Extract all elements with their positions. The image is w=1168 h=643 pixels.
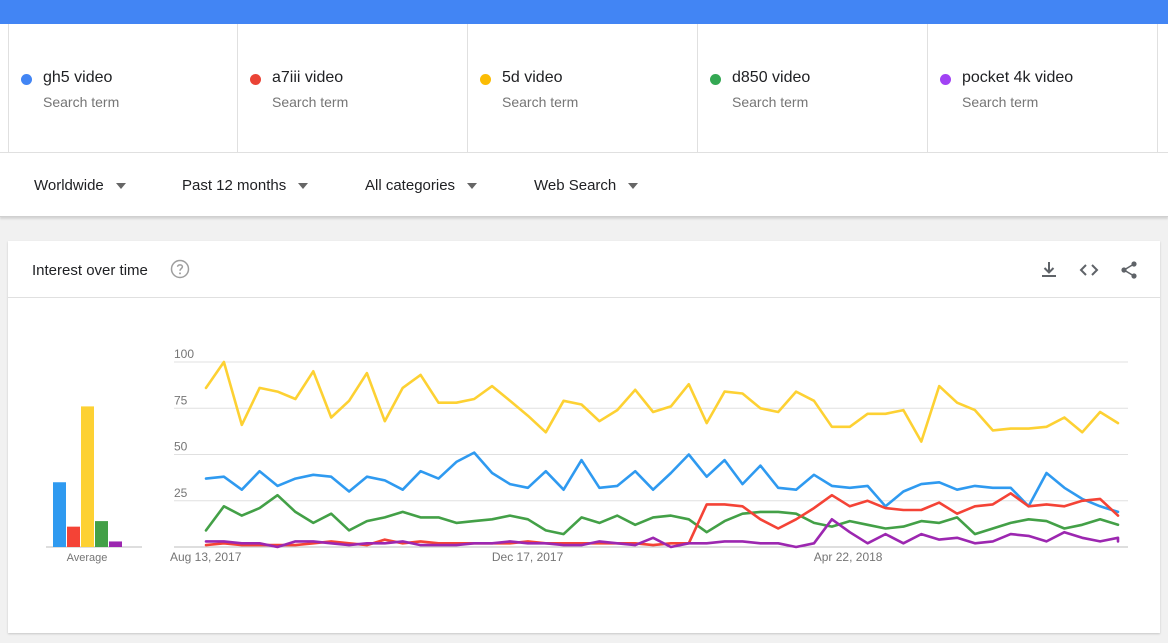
time-filter-label: Past 12 months xyxy=(182,177,287,194)
search-term-card[interactable]: 5d video Search term xyxy=(468,24,698,153)
y-tick-label: 50 xyxy=(174,440,188,454)
term-name: a7iii video xyxy=(272,69,344,86)
term-type: Search term xyxy=(272,94,349,110)
term-color-dot xyxy=(480,74,491,85)
term-name: pocket 4k video xyxy=(962,69,1074,86)
series-line xyxy=(204,451,1120,514)
term-type: Search term xyxy=(502,94,579,110)
term-color-dot xyxy=(21,74,32,85)
search-term-card[interactable]: gh5 video Search term xyxy=(8,24,238,153)
top-bar xyxy=(0,0,1168,24)
average-bar xyxy=(67,526,80,547)
y-tick-label: 100 xyxy=(174,347,194,361)
term-color-dot xyxy=(940,74,951,85)
term-color-dot xyxy=(710,74,721,85)
caret-down-icon xyxy=(115,182,126,189)
caret-down-icon xyxy=(298,182,309,189)
x-tick-label: Apr 22, 2018 xyxy=(814,550,883,564)
y-tick-label: 25 xyxy=(174,486,188,500)
average-bar xyxy=(109,541,122,547)
x-tick-label: Dec 17, 2017 xyxy=(492,550,564,564)
series-line xyxy=(204,360,1120,443)
term-type: Search term xyxy=(962,94,1039,110)
term-name: d850 video xyxy=(732,69,811,86)
caret-down-icon xyxy=(467,182,478,189)
filters-bar: Worldwide Past 12 months All categories … xyxy=(0,153,1168,217)
search-term-card[interactable]: d850 video Search term xyxy=(698,24,928,153)
average-label: Average xyxy=(67,552,108,564)
term-color-dot xyxy=(250,74,261,85)
term-type: Search term xyxy=(732,94,809,110)
category-filter-label: All categories xyxy=(365,177,456,194)
y-tick-label: 75 xyxy=(174,393,188,407)
average-bar xyxy=(95,521,108,547)
category-filter[interactable]: All categories xyxy=(365,177,478,194)
search-type-filter-label: Web Search xyxy=(534,177,617,194)
search-type-filter[interactable]: Web Search xyxy=(534,177,639,194)
caret-down-icon xyxy=(628,182,639,189)
time-filter[interactable]: Past 12 months xyxy=(182,177,309,194)
average-bar xyxy=(53,482,66,547)
average-bar xyxy=(81,406,94,547)
region-filter-label: Worldwide xyxy=(34,177,104,194)
search-term-card[interactable]: a7iii video Search term xyxy=(238,24,468,153)
x-tick-label: Aug 13, 2017 xyxy=(170,550,242,564)
term-name: 5d video xyxy=(502,69,563,86)
search-terms-bar: gh5 video Search term a7iii video Search te… xyxy=(0,24,1168,153)
search-term-card[interactable]: pocket 4k video Search term xyxy=(928,24,1158,153)
region-filter[interactable]: Worldwide xyxy=(34,177,126,194)
term-name: gh5 video xyxy=(43,69,113,86)
interest-chart: 25 50 75 100 Aug 13, 2017 Dec 17, 2017 Apr 22,… xyxy=(46,347,1128,564)
interest-over-time-card: Interest over time 25 50 75 100 Aug 13, 2017… xyxy=(8,241,1160,633)
term-type: Search term xyxy=(43,94,120,110)
